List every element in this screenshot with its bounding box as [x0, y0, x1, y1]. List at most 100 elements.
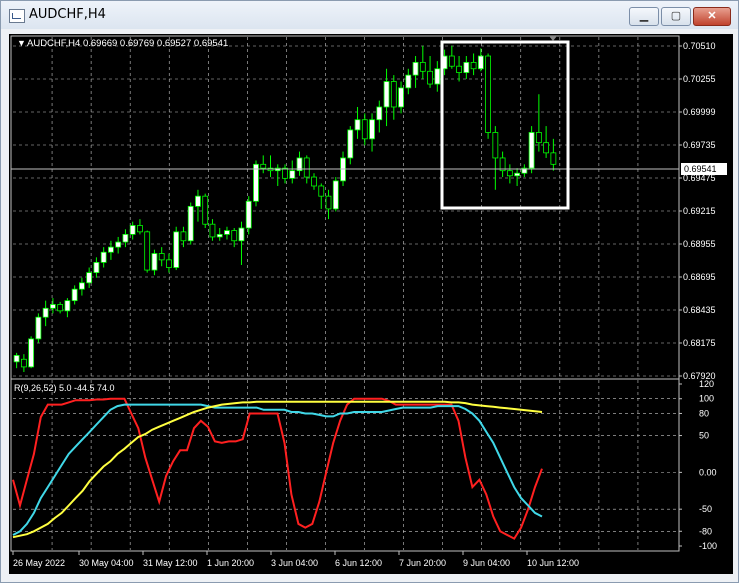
candle[interactable]	[187, 202, 194, 245]
candle[interactable]	[173, 226, 180, 271]
chart-header-text: AUDCHF,H4 0.69669 0.69769 0.69527 0.6954…	[27, 38, 228, 49]
candle[interactable]	[383, 68, 390, 127]
indicator-tick-label: 100	[699, 394, 714, 404]
candle-body	[485, 55, 491, 133]
candle[interactable]	[477, 48, 484, 72]
candle[interactable]	[528, 126, 535, 174]
candle[interactable]	[28, 336, 35, 369]
time-tick-label: 26 May 2022	[13, 558, 65, 568]
candle[interactable]	[274, 164, 281, 186]
candle-body	[332, 180, 339, 210]
candle[interactable]	[238, 221, 245, 265]
candle[interactable]	[456, 56, 462, 82]
price-tick-label: 0.69735	[683, 140, 716, 150]
candle[interactable]	[137, 219, 143, 235]
candle[interactable]	[260, 155, 267, 174]
candle[interactable]	[93, 257, 100, 278]
candle[interactable]	[202, 193, 209, 229]
candle[interactable]	[470, 53, 477, 76]
candle-body	[528, 132, 535, 169]
candle[interactable]	[129, 221, 136, 240]
time-tick-label: 30 May 04:00	[79, 558, 134, 568]
candle[interactable]	[535, 94, 542, 152]
candle[interactable]	[318, 183, 325, 209]
candle[interactable]	[245, 196, 252, 235]
candle[interactable]	[514, 168, 521, 186]
candle[interactable]	[499, 151, 506, 178]
price-chart[interactable]: ▼ AUDCHF,H4 0.69669 0.69769 0.69527 0.69…	[9, 34, 733, 574]
candle[interactable]	[419, 45, 426, 79]
candle[interactable]	[100, 247, 107, 268]
candle[interactable]	[405, 68, 412, 95]
candle[interactable]	[151, 249, 158, 276]
candle[interactable]	[267, 155, 274, 178]
candle-body	[361, 119, 368, 140]
candle[interactable]	[332, 177, 339, 212]
candle[interactable]	[506, 164, 513, 184]
chart-canvas[interactable]: ▼ AUDCHF,H4 0.69669 0.69769 0.69527 0.69…	[9, 34, 733, 574]
title-bar[interactable]: AUDCHF,H4 ▁ ▢ ✕	[1, 1, 738, 29]
candle[interactable]	[35, 313, 42, 343]
candle[interactable]	[57, 301, 64, 314]
candle[interactable]	[79, 277, 85, 296]
candle[interactable]	[376, 100, 383, 133]
candle-body	[173, 231, 180, 268]
candle-body	[122, 233, 129, 243]
minimize-button[interactable]: ▁	[629, 7, 659, 26]
candle[interactable]	[158, 247, 165, 267]
candle[interactable]	[550, 138, 557, 171]
candle[interactable]	[427, 56, 433, 88]
candle[interactable]	[282, 164, 288, 184]
candle[interactable]	[224, 226, 230, 240]
candle[interactable]	[463, 56, 470, 79]
candle[interactable]	[13, 352, 20, 369]
candle[interactable]	[49, 298, 56, 314]
indicator-tick-label: -50	[699, 504, 712, 514]
candle[interactable]	[115, 236, 122, 254]
shift-marker-icon[interactable]	[549, 36, 557, 41]
candle[interactable]	[521, 164, 528, 178]
candle-body	[354, 119, 361, 131]
candle[interactable]	[122, 229, 129, 248]
candle[interactable]	[398, 81, 404, 114]
candle[interactable]	[412, 56, 419, 88]
candle[interactable]	[369, 113, 375, 152]
indicator-tick-label: 80	[699, 408, 709, 418]
candle-body	[535, 132, 542, 144]
candle[interactable]	[361, 113, 368, 146]
candle[interactable]	[289, 160, 296, 184]
candle[interactable]	[390, 75, 397, 120]
candle-body	[506, 170, 513, 177]
indicator-line-cyan	[12, 403, 543, 536]
close-button[interactable]: ✕	[693, 7, 731, 26]
candle[interactable]	[166, 253, 172, 273]
candle[interactable]	[64, 298, 71, 318]
candle[interactable]	[42, 300, 49, 327]
candle[interactable]	[253, 160, 259, 207]
candle[interactable]	[347, 126, 354, 165]
candle[interactable]	[543, 126, 550, 158]
candle[interactable]	[296, 151, 303, 176]
candle[interactable]	[195, 189, 201, 222]
candle[interactable]	[108, 240, 114, 260]
candle-body	[115, 241, 122, 248]
candle[interactable]	[325, 189, 332, 220]
candle[interactable]	[209, 219, 216, 241]
candle-body	[325, 195, 332, 210]
candle[interactable]	[20, 354, 27, 372]
candle[interactable]	[216, 228, 223, 241]
candle[interactable]	[448, 45, 455, 69]
candle-body	[100, 251, 107, 263]
candle-body	[216, 233, 223, 238]
candle[interactable]	[434, 61, 441, 92]
candle-body	[151, 253, 158, 271]
candle[interactable]	[144, 230, 151, 273]
maximize-button[interactable]: ▢	[661, 7, 691, 26]
candle[interactable]	[485, 53, 491, 139]
candle-body	[456, 65, 462, 73]
candle[interactable]	[311, 173, 317, 190]
candle-body	[202, 195, 209, 225]
candle[interactable]	[492, 126, 499, 190]
candle[interactable]	[71, 285, 78, 305]
header-arrow-icon[interactable]: ▼	[17, 38, 26, 48]
